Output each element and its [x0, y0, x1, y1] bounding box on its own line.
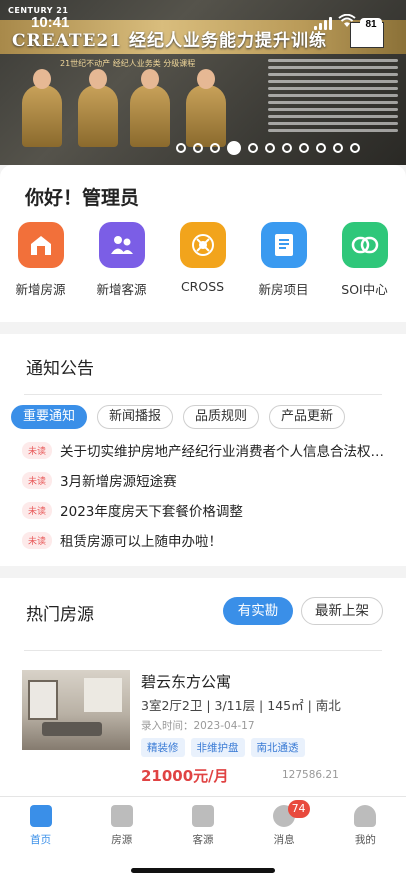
- listing-date: 录入时间：2023-04-17: [141, 720, 255, 732]
- banner-person: [78, 69, 118, 147]
- notice-item[interactable]: 未读 租赁房源可以上随申办啦！: [22, 530, 386, 550]
- notice-text: 租赁房源可以上随申办啦！: [60, 534, 223, 550]
- divider: [24, 394, 382, 395]
- notices-card: 通知公告 重要通知 新闻播报 品质规则 产品更新 未读 关于切实维护房地产经纪行…: [0, 334, 406, 566]
- notice-item[interactable]: 未读 关于切实维护房地产经纪行业消费者个人信息合法权益的通知: [22, 440, 386, 460]
- app-cross[interactable]: CROSS: [162, 222, 243, 298]
- carousel-dots[interactable]: [176, 141, 360, 155]
- filter-has-survey[interactable]: 有实勘: [223, 597, 293, 625]
- app-new-project[interactable]: 新房项目: [243, 222, 324, 298]
- app-add-listing[interactable]: 新增房源: [0, 222, 81, 298]
- hot-listings-card: 热门房源 有实勘 最新上架 碧云东方公寓 3室2厅2卫 | 3/11层 | 14…: [0, 578, 406, 796]
- unread-badge: 未读: [22, 531, 53, 549]
- battery-icon: 81: [360, 18, 382, 31]
- home-icon: [29, 805, 52, 827]
- carousel-dot[interactable]: [193, 143, 203, 153]
- carousel-dot[interactable]: [282, 143, 292, 153]
- unread-badge: 未读: [22, 501, 53, 519]
- listing-tag: 精装修: [141, 738, 185, 757]
- section-title-hot-listings: 热门房源: [26, 605, 94, 625]
- unread-badge: 未读: [22, 471, 53, 489]
- carousel-dot[interactable]: [350, 143, 360, 153]
- tab-news[interactable]: 新闻播报: [97, 405, 174, 429]
- notice-item[interactable]: 未读 3月新增房源短途赛: [22, 470, 386, 490]
- listing-unit-price: 127586.21: [282, 769, 339, 781]
- banner-person: [130, 69, 170, 147]
- nav-home[interactable]: 首页: [0, 797, 81, 883]
- notice-item[interactable]: 未读 2023年度房天下套餐价格调整: [22, 500, 386, 520]
- app-add-customer[interactable]: 新增客源: [81, 222, 162, 298]
- filter-newest[interactable]: 最新上架: [301, 597, 383, 625]
- notice-text: 2023年度房天下套餐价格调整: [60, 504, 243, 520]
- new-project-icon: [260, 222, 307, 268]
- banner-person: [186, 69, 226, 147]
- app-soi-center[interactable]: SOI中心: [324, 222, 405, 298]
- carousel-dot-active[interactable]: [227, 141, 241, 155]
- greeting: 你好！管理员: [25, 187, 140, 209]
- notice-text: 3月新增房源短途赛: [60, 474, 177, 490]
- home-indicator: [131, 868, 275, 873]
- carousel-dot[interactable]: [210, 143, 220, 153]
- listing-title[interactable]: 碧云东方公寓: [141, 671, 231, 692]
- clients-icon: [191, 805, 214, 827]
- house-add-icon: [17, 222, 64, 268]
- section-title-notices: 通知公告: [26, 359, 94, 379]
- tab-important[interactable]: 重要通知: [11, 405, 88, 429]
- carousel-dot[interactable]: [333, 143, 343, 153]
- message-count-badge: 74: [287, 800, 310, 818]
- carousel-dot[interactable]: [265, 143, 275, 153]
- status-time: 10:41: [31, 14, 70, 31]
- quick-actions-card: 你好！管理员 新增房源 新增客源 CROSS 新房项目 SOI中心: [0, 165, 406, 322]
- banner-course-list: [268, 55, 398, 132]
- banner-subtitle: 21世纪不动产 经纪人业务类 分级课程: [60, 59, 196, 68]
- wifi-icon: [338, 14, 356, 27]
- tab-product-updates[interactable]: 产品更新: [269, 405, 346, 429]
- nav-profile[interactable]: 我的: [325, 797, 406, 883]
- carousel-dot[interactable]: [316, 143, 326, 153]
- listing-price: 21000元/月: [141, 767, 229, 785]
- carousel-dot[interactable]: [299, 143, 309, 153]
- listing-photo[interactable]: [22, 670, 130, 750]
- carousel-dot[interactable]: [176, 143, 186, 153]
- cross-icon: [179, 222, 226, 268]
- listings-icon: [110, 805, 133, 827]
- customer-add-icon: [98, 222, 145, 268]
- profile-icon: [354, 805, 377, 827]
- carousel-dot[interactable]: [248, 143, 258, 153]
- notice-text: 关于切实维护房地产经纪行业消费者个人信息合法权益的通知: [60, 444, 386, 460]
- listing-detail: 3室2厅2卫 | 3/11层 | 145㎡ | 南北: [141, 698, 341, 713]
- tab-quality-rules[interactable]: 品质规则: [183, 405, 260, 429]
- listing-tag: 南北通透: [250, 738, 305, 757]
- signal-icon: [314, 16, 332, 30]
- soi-center-icon: [341, 222, 388, 268]
- unread-badge: 未读: [22, 441, 53, 459]
- divider: [24, 650, 382, 651]
- listing-tag: 非维护盘: [190, 738, 245, 757]
- banner-person: [22, 69, 62, 147]
